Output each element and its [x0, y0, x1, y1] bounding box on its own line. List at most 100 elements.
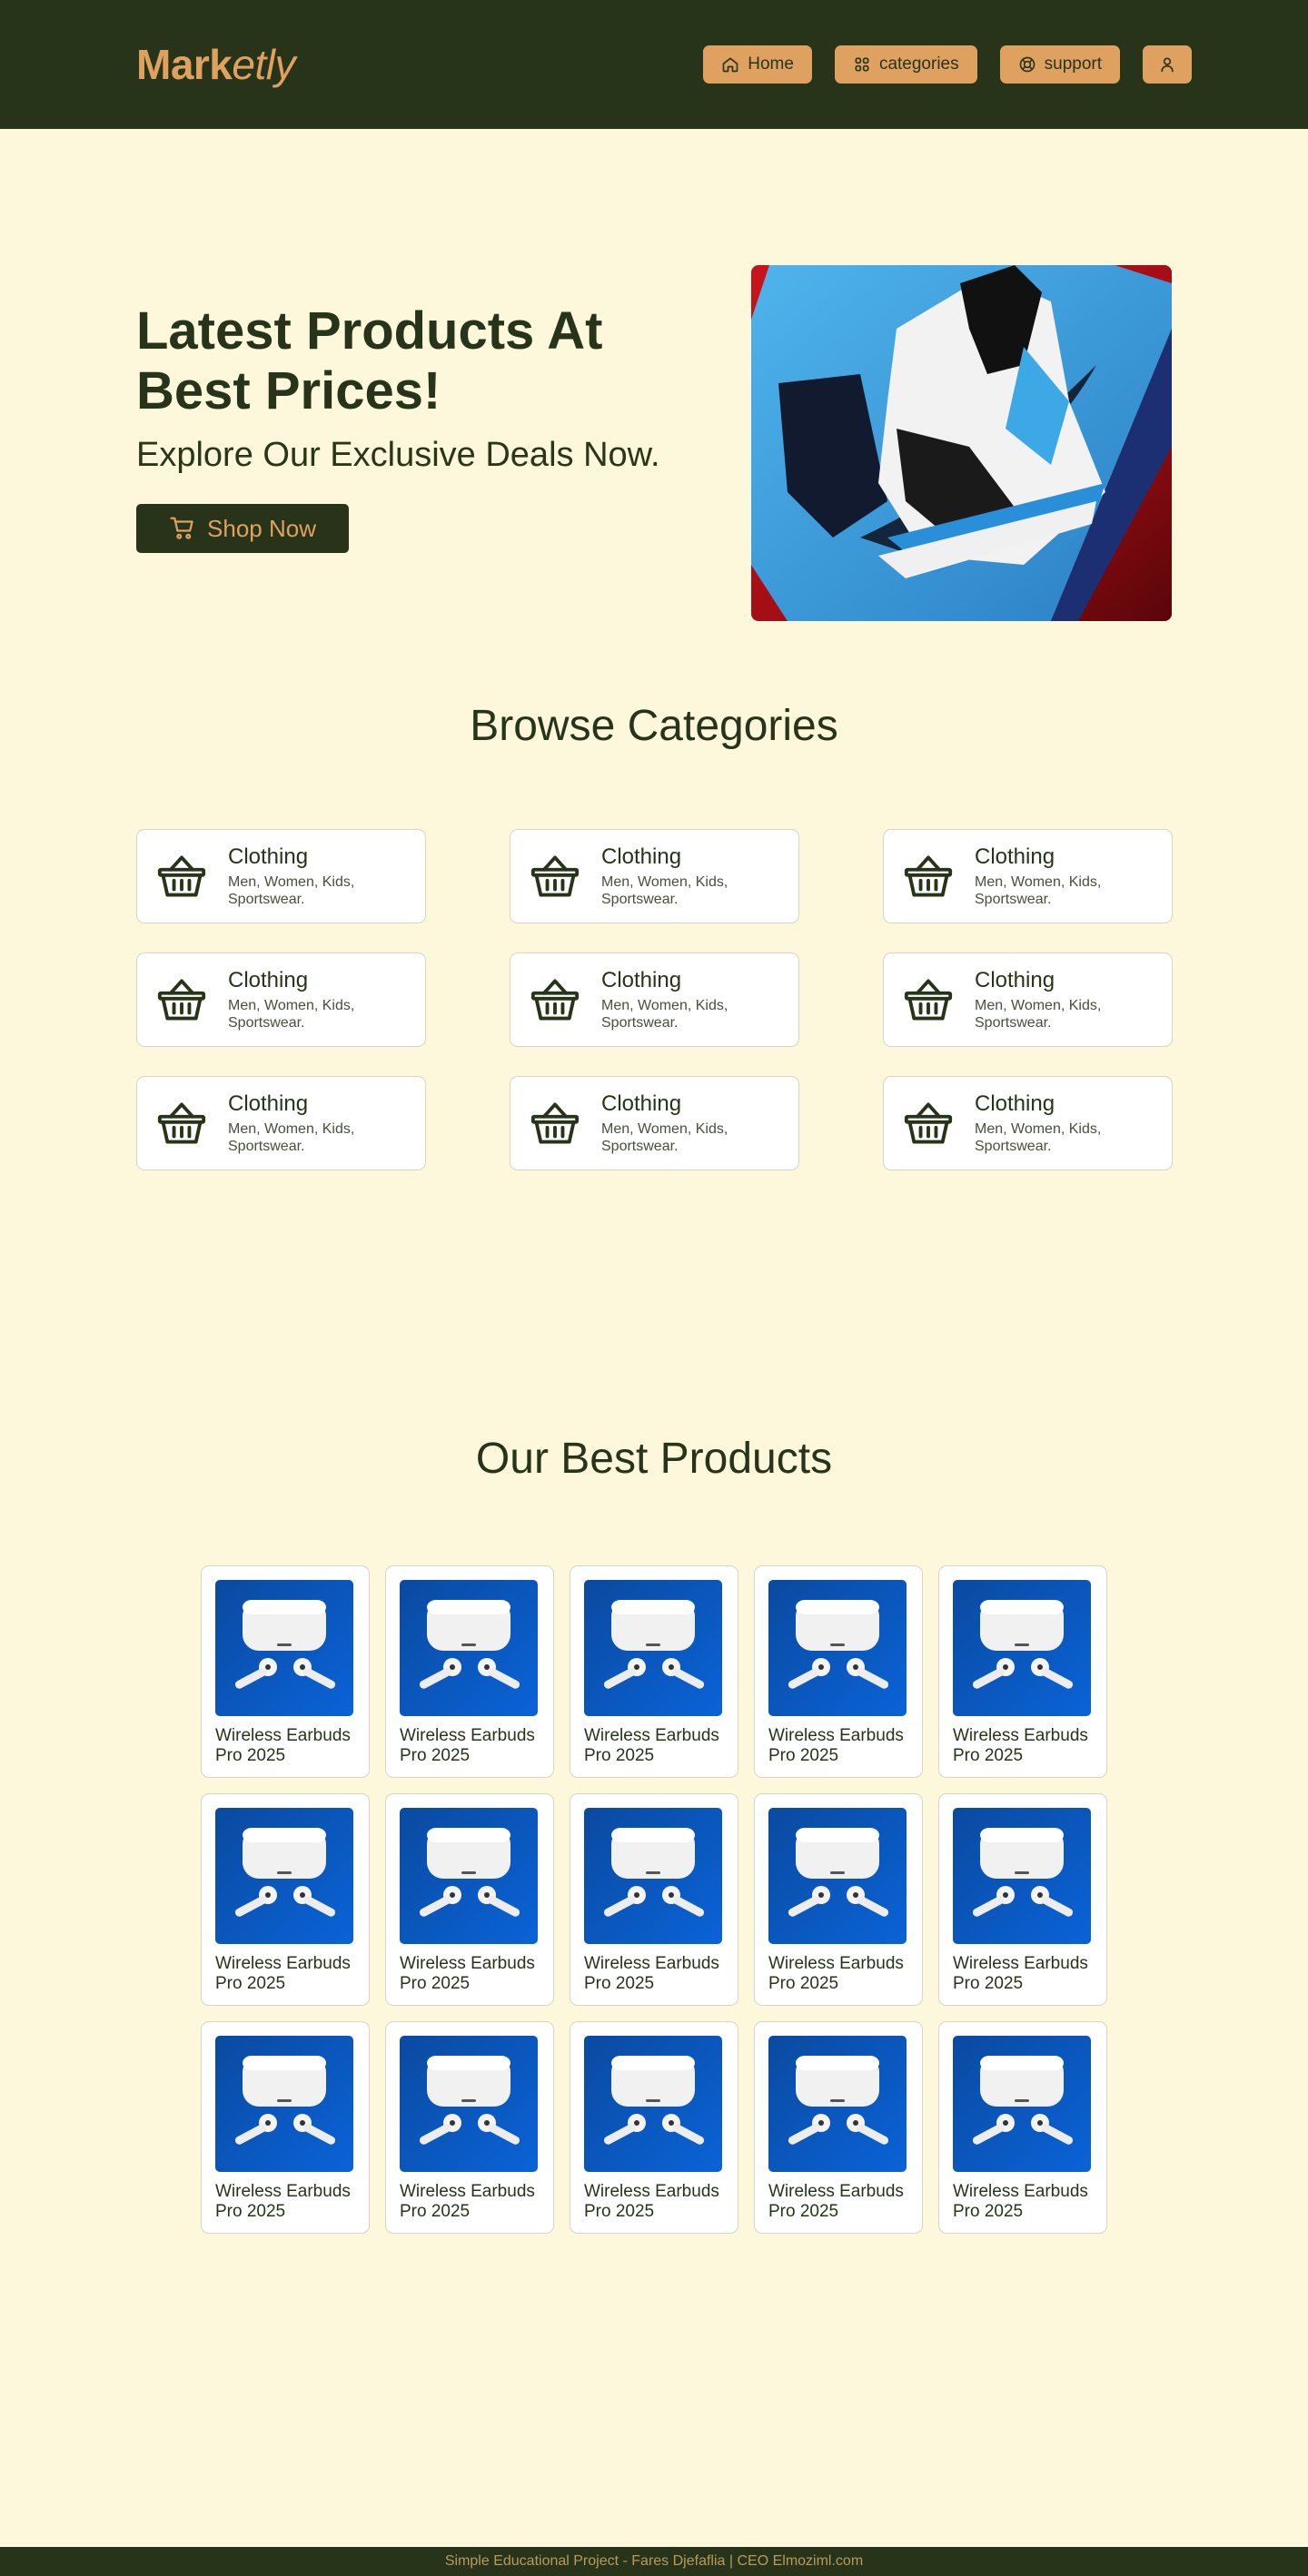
product-image [953, 2036, 1091, 2172]
product-image [953, 1808, 1091, 1944]
product-card[interactable]: Wireless Earbuds Pro 2025 [201, 2021, 370, 2234]
earbuds-photo [768, 2036, 907, 2172]
main-nav: Home categories support [703, 45, 1192, 84]
product-card[interactable]: Wireless Earbuds Pro 2025 [570, 2021, 738, 2234]
logo-italic-text: etly [232, 41, 295, 88]
product-card[interactable]: Wireless Earbuds Pro 2025 [754, 1793, 923, 2006]
category-text: Clothing Men, Women, Kids, Sportswear. [228, 968, 382, 1031]
nav-home-button[interactable]: Home [703, 45, 812, 84]
sneaker-photo [751, 265, 1172, 621]
category-description: Men, Women, Kids, Sportswear. [601, 998, 728, 1031]
category-card[interactable]: Clothing Men, Women, Kids, Sportswear. [883, 829, 1173, 923]
hero-text: Latest Products At Best Prices! Explore … [136, 301, 699, 553]
product-name: Wireless Earbuds Pro 2025 [953, 1726, 1088, 1765]
earbuds-photo [215, 1580, 353, 1716]
product-image [400, 2036, 538, 2172]
category-text: Clothing Men, Women, Kids, Sportswear. [228, 844, 382, 908]
basket-icon [904, 855, 953, 897]
category-text: Clothing Men, Women, Kids, Sportswear. [975, 968, 1129, 1031]
product-card[interactable]: Wireless Earbuds Pro 2025 [385, 1565, 554, 1778]
category-name: Clothing [975, 844, 1055, 869]
product-card[interactable]: Wireless Earbuds Pro 2025 [570, 1565, 738, 1778]
product-name: Wireless Earbuds Pro 2025 [584, 1726, 719, 1765]
product-image [584, 2036, 722, 2172]
category-card[interactable]: Clothing Men, Women, Kids, Sportswear. [883, 952, 1173, 1047]
product-card[interactable]: Wireless Earbuds Pro 2025 [201, 1793, 370, 2006]
product-image [400, 1808, 538, 1944]
earbuds-photo [953, 2036, 1091, 2172]
category-text: Clothing Men, Women, Kids, Sportswear. [601, 844, 756, 908]
product-name: Wireless Earbuds Pro 2025 [768, 1954, 904, 1993]
earbuds-photo [584, 2036, 722, 2172]
earbuds-photo [215, 1808, 353, 1944]
product-name: Wireless Earbuds Pro 2025 [215, 1726, 351, 1765]
product-card[interactable]: Wireless Earbuds Pro 2025 [754, 1565, 923, 1778]
category-grid: Clothing Men, Women, Kids, Sportswear. Clo… [136, 829, 1308, 1170]
earbuds-photo [953, 1580, 1091, 1716]
category-card[interactable]: Clothing Men, Women, Kids, Sportswear. [510, 829, 799, 923]
product-name: Wireless Earbuds Pro 2025 [215, 1954, 351, 1993]
basket-icon [904, 1102, 953, 1144]
cart-icon [170, 517, 193, 539]
category-name: Clothing [601, 1091, 682, 1116]
product-card[interactable]: Wireless Earbuds Pro 2025 [938, 1565, 1107, 1778]
category-card[interactable]: Clothing Men, Women, Kids, Sportswear. [136, 1076, 426, 1170]
product-card[interactable]: Wireless Earbuds Pro 2025 [570, 1793, 738, 2006]
product-name: Wireless Earbuds Pro 2025 [584, 1954, 719, 1993]
product-image [400, 1580, 538, 1716]
product-image [953, 1580, 1091, 1716]
category-description: Men, Women, Kids, Sportswear. [975, 874, 1102, 907]
logo-bold-text: Mark [136, 41, 233, 88]
earbuds-photo [400, 1580, 538, 1716]
basket-icon [904, 979, 953, 1021]
product-card[interactable]: Wireless Earbuds Pro 2025 [385, 2021, 554, 2234]
category-card[interactable]: Clothing Men, Women, Kids, Sportswear. [510, 1076, 799, 1170]
product-name: Wireless Earbuds Pro 2025 [400, 1726, 535, 1765]
category-description: Men, Women, Kids, Sportswear. [975, 1121, 1102, 1154]
basket-icon [530, 979, 580, 1021]
product-image [584, 1580, 722, 1716]
category-name: Clothing [228, 1091, 309, 1116]
category-description: Men, Women, Kids, Sportswear. [228, 998, 355, 1031]
earbuds-photo [400, 1808, 538, 1944]
earbuds-photo [215, 2036, 353, 2172]
product-card[interactable]: Wireless Earbuds Pro 2025 [938, 1793, 1107, 2006]
category-name: Clothing [601, 844, 682, 869]
nav-categories-label: categories [878, 54, 959, 74]
nav-support-button[interactable]: support [999, 45, 1120, 84]
product-image [768, 1808, 907, 1944]
site-footer: Simple Educational Project - Fares Djefa… [0, 2547, 1308, 2576]
category-card[interactable]: Clothing Men, Women, Kids, Sportswear. [883, 1076, 1173, 1170]
category-text: Clothing Men, Women, Kids, Sportswear. [601, 1091, 756, 1155]
category-name: Clothing [601, 968, 682, 992]
categories-title: Browse Categories [470, 702, 838, 750]
product-image [768, 1580, 907, 1716]
category-card[interactable]: Clothing Men, Women, Kids, Sportswear. [136, 829, 426, 923]
product-card[interactable]: Wireless Earbuds Pro 2025 [938, 2021, 1107, 2234]
site-logo[interactable]: Marketly [136, 40, 295, 89]
product-grid: Wireless Earbuds Pro 2025 Wireless Earbud… [201, 1565, 1308, 2234]
category-name: Clothing [975, 968, 1055, 992]
nav-categories-button[interactable]: categories [834, 45, 977, 84]
category-description: Men, Women, Kids, Sportswear. [601, 1121, 728, 1154]
shop-now-button[interactable]: Shop Now [136, 504, 349, 553]
category-text: Clothing Men, Women, Kids, Sportswear. [228, 1091, 382, 1155]
basket-icon [530, 855, 580, 897]
category-card[interactable]: Clothing Men, Women, Kids, Sportswear. [136, 952, 426, 1047]
product-name: Wireless Earbuds Pro 2025 [400, 2182, 535, 2221]
hero-section: Latest Products At Best Prices! Explore … [0, 129, 1308, 701]
product-card[interactable]: Wireless Earbuds Pro 2025 [754, 2021, 923, 2234]
nav-account-button[interactable] [1143, 45, 1192, 84]
earbuds-photo [584, 1580, 722, 1716]
category-description: Men, Women, Kids, Sportswear. [975, 998, 1102, 1031]
product-name: Wireless Earbuds Pro 2025 [768, 1726, 904, 1765]
product-card[interactable]: Wireless Earbuds Pro 2025 [201, 1565, 370, 1778]
product-name: Wireless Earbuds Pro 2025 [215, 2182, 351, 2221]
product-card[interactable]: Wireless Earbuds Pro 2025 [385, 1793, 554, 2006]
basket-icon [157, 855, 206, 897]
hero-subtitle: Explore Our Exclusive Deals Now. [136, 436, 660, 474]
products-title: Our Best Products [475, 1435, 833, 1483]
category-name: Clothing [228, 844, 309, 869]
category-card[interactable]: Clothing Men, Women, Kids, Sportswear. [510, 952, 799, 1047]
earbuds-photo [584, 1808, 722, 1944]
